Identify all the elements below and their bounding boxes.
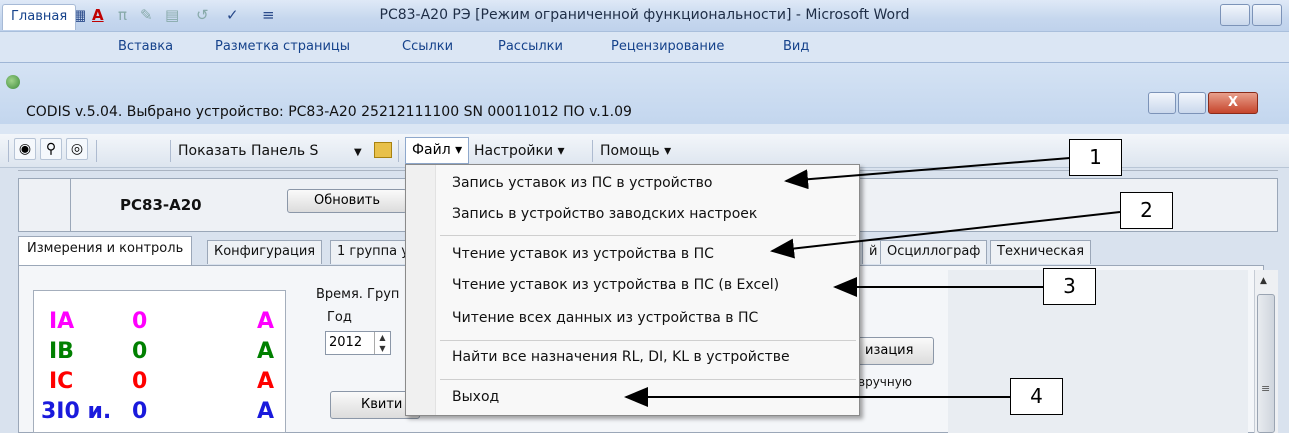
callout-arrows [624, 157, 1121, 407]
callout-arrow-1 [784, 157, 1071, 190]
callout-1: 1 [1069, 139, 1122, 176]
callout-4: 4 [1010, 378, 1063, 415]
callout-3: 3 [1043, 268, 1096, 305]
callout-arrow-2 [770, 211, 1121, 259]
callout-2: 2 [1120, 192, 1173, 229]
